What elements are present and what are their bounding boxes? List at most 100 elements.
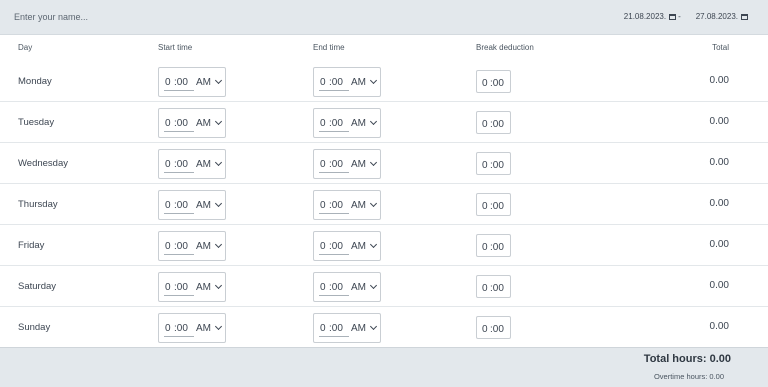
- end-time-picker[interactable]: 0:00 AM: [313, 272, 381, 302]
- start-minute-value[interactable]: :00: [174, 323, 188, 334]
- start-hour-value[interactable]: 0: [165, 118, 171, 129]
- end-ampm-value[interactable]: AM: [351, 200, 366, 211]
- start-time-picker[interactable]: 0:00 AM: [158, 272, 226, 302]
- input-underline: [164, 131, 194, 132]
- break-minute-value[interactable]: :00: [490, 160, 504, 171]
- break-hour-value[interactable]: 0: [482, 78, 488, 89]
- start-time-picker[interactable]: 0:00 AM: [158, 108, 226, 138]
- end-minute-value[interactable]: :00: [329, 118, 343, 129]
- chevron-down-icon[interactable]: [369, 117, 378, 126]
- end-time-picker[interactable]: 0:00 AM: [313, 313, 381, 343]
- start-hour-value[interactable]: 0: [165, 77, 171, 88]
- calendar-icon[interactable]: [669, 13, 677, 20]
- end-time-picker[interactable]: 0:00 AM: [313, 108, 381, 138]
- break-minute-value[interactable]: :00: [490, 119, 504, 130]
- start-hour-value[interactable]: 0: [165, 159, 171, 170]
- calendar-icon[interactable]: [741, 13, 748, 20]
- end-minute-value[interactable]: :00: [329, 77, 343, 88]
- start-hour-value[interactable]: 0: [165, 200, 171, 211]
- chevron-down-icon[interactable]: [369, 322, 378, 331]
- start-hour-value[interactable]: 0: [165, 323, 171, 334]
- date-to-field[interactable]: 27.08.2023.: [696, 12, 748, 21]
- end-ampm-value[interactable]: AM: [351, 159, 366, 170]
- break-deduction-input[interactable]: 0:00: [476, 275, 511, 298]
- end-minute-value[interactable]: :00: [329, 241, 343, 252]
- start-minute-value[interactable]: :00: [174, 282, 188, 293]
- end-hour-value[interactable]: 0: [320, 200, 326, 211]
- chevron-down-icon[interactable]: [214, 158, 223, 167]
- row-total: 0.00: [709, 321, 729, 332]
- start-time-picker[interactable]: 0:00 AM: [158, 190, 226, 220]
- break-minute-value[interactable]: :00: [490, 283, 504, 294]
- chevron-down-icon[interactable]: [214, 199, 223, 208]
- end-hour-value[interactable]: 0: [320, 282, 326, 293]
- end-hour-value[interactable]: 0: [320, 118, 326, 129]
- start-ampm-value[interactable]: AM: [196, 323, 211, 334]
- start-time-picker[interactable]: 0:00 AM: [158, 67, 226, 97]
- start-minute-value[interactable]: :00: [174, 159, 188, 170]
- end-ampm-value[interactable]: AM: [351, 323, 366, 334]
- end-hour-value[interactable]: 0: [320, 159, 326, 170]
- break-minute-value[interactable]: :00: [490, 78, 504, 89]
- start-minute-value[interactable]: :00: [174, 241, 188, 252]
- start-time-picker[interactable]: 0:00 AM: [158, 313, 226, 343]
- break-hour-value[interactable]: 0: [482, 160, 488, 171]
- date-from-field[interactable]: 21.08.2023.: [624, 12, 677, 21]
- break-minute-value[interactable]: :00: [490, 242, 504, 253]
- end-time-picker[interactable]: 0:00 AM: [313, 67, 381, 97]
- break-hour-value[interactable]: 0: [482, 324, 488, 335]
- chevron-down-icon[interactable]: [369, 158, 378, 167]
- break-deduction-input[interactable]: 0:00: [476, 70, 511, 93]
- start-hour-value[interactable]: 0: [165, 282, 171, 293]
- day-label: Wednesday: [18, 158, 68, 169]
- chevron-down-icon[interactable]: [214, 281, 223, 290]
- break-hour-value[interactable]: 0: [482, 242, 488, 253]
- end-ampm-value[interactable]: AM: [351, 118, 366, 129]
- break-deduction-input[interactable]: 0:00: [476, 316, 511, 339]
- start-time-picker[interactable]: 0:00 AM: [158, 149, 226, 179]
- break-minute-value[interactable]: :00: [490, 201, 504, 212]
- chevron-down-icon[interactable]: [369, 76, 378, 85]
- start-minute-value[interactable]: :00: [174, 118, 188, 129]
- chevron-down-icon[interactable]: [369, 240, 378, 249]
- break-hour-value[interactable]: 0: [482, 283, 488, 294]
- chevron-down-icon[interactable]: [214, 76, 223, 85]
- start-ampm-value[interactable]: AM: [196, 282, 211, 293]
- start-ampm-value[interactable]: AM: [196, 200, 211, 211]
- end-time-picker[interactable]: 0:00 AM: [313, 190, 381, 220]
- break-deduction-input[interactable]: 0:00: [476, 111, 511, 134]
- end-ampm-value[interactable]: AM: [351, 241, 366, 252]
- break-deduction-input[interactable]: 0:00: [476, 152, 511, 175]
- end-minute-value[interactable]: :00: [329, 282, 343, 293]
- end-minute-value[interactable]: :00: [329, 200, 343, 211]
- end-hour-value[interactable]: 0: [320, 323, 326, 334]
- start-ampm-value[interactable]: AM: [196, 77, 211, 88]
- start-minute-value[interactable]: :00: [174, 200, 188, 211]
- start-ampm-value[interactable]: AM: [196, 159, 211, 170]
- start-ampm-value[interactable]: AM: [196, 118, 211, 129]
- break-hour-value[interactable]: 0: [482, 201, 488, 212]
- end-minute-value[interactable]: :00: [329, 159, 343, 170]
- chevron-down-icon[interactable]: [214, 322, 223, 331]
- end-time-picker[interactable]: 0:00 AM: [313, 149, 381, 179]
- name-input[interactable]: [0, 0, 520, 34]
- chevron-down-icon[interactable]: [214, 240, 223, 249]
- start-time-picker[interactable]: 0:00 AM: [158, 231, 226, 261]
- chevron-down-icon[interactable]: [369, 199, 378, 208]
- break-deduction-input[interactable]: 0:00: [476, 193, 511, 216]
- end-ampm-value[interactable]: AM: [351, 77, 366, 88]
- end-hour-value[interactable]: 0: [320, 77, 326, 88]
- end-minute-value[interactable]: :00: [329, 323, 343, 334]
- break-minute-value[interactable]: :00: [490, 324, 504, 335]
- chevron-down-icon[interactable]: [369, 281, 378, 290]
- start-hour-value[interactable]: 0: [165, 241, 171, 252]
- break-hour-value[interactable]: 0: [482, 119, 488, 130]
- end-hour-value[interactable]: 0: [320, 241, 326, 252]
- start-ampm-value[interactable]: AM: [196, 241, 211, 252]
- start-minute-value[interactable]: :00: [174, 77, 188, 88]
- chevron-down-icon[interactable]: [214, 117, 223, 126]
- day-label: Thursday: [18, 199, 58, 210]
- end-ampm-value[interactable]: AM: [351, 282, 366, 293]
- break-deduction-input[interactable]: 0:00: [476, 234, 511, 257]
- end-time-picker[interactable]: 0:00 AM: [313, 231, 381, 261]
